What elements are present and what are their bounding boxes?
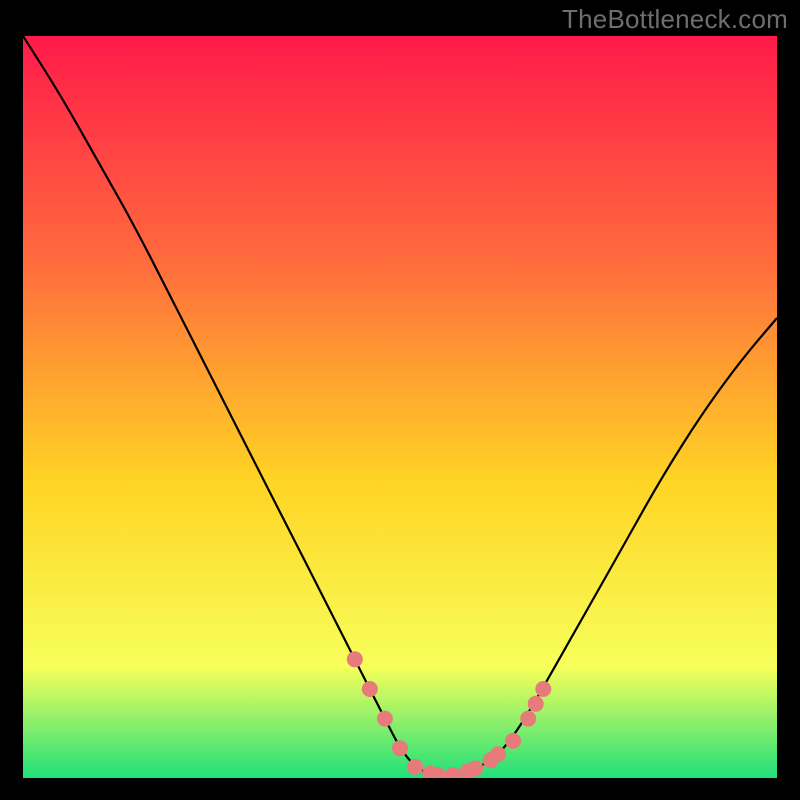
plot-area (23, 36, 777, 778)
watermark-text: TheBottleneck.com (562, 4, 788, 35)
marker-point (528, 696, 544, 712)
chart-svg (23, 36, 777, 778)
marker-point (362, 681, 378, 697)
marker-point (392, 740, 408, 756)
marker-point (407, 759, 423, 775)
marker-point (505, 733, 521, 749)
marker-point (467, 760, 483, 776)
marker-point (520, 711, 536, 727)
marker-point (535, 681, 551, 697)
chart-frame: TheBottleneck.com (0, 0, 800, 800)
marker-point (490, 746, 506, 762)
marker-point (377, 711, 393, 727)
marker-point (347, 651, 363, 667)
gradient-background (23, 36, 777, 778)
